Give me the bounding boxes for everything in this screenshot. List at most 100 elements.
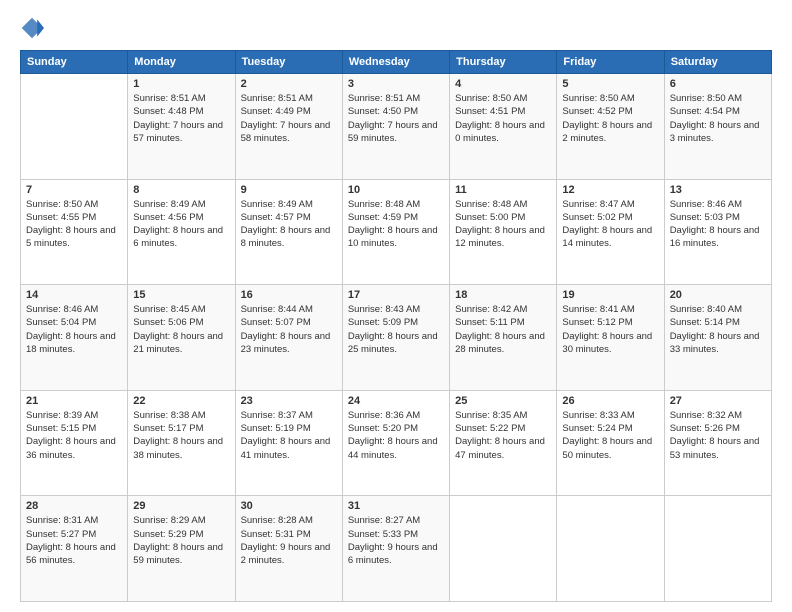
day-number: 12 (562, 184, 658, 196)
logo (20, 16, 48, 40)
calendar-cell: 15 Sunrise: 8:45 AMSunset: 5:06 PMDayligh… (128, 285, 235, 391)
calendar-week-4: 21Sunrise: 8:39 AMSunset: 5:15 PMDayligh… (21, 390, 772, 496)
calendar-cell: 14 Sunrise: 8:46 AMSunset: 5:04 PMDayligh… (21, 285, 128, 391)
calendar-cell: 19 Sunrise: 8:41 AMSunset: 5:12 PMDayligh… (557, 285, 664, 391)
calendar-cell: 1 Sunrise: 8:51 AMSunset: 4:48 PMDaylight… (128, 74, 235, 180)
day-number: 29 (133, 500, 229, 512)
weekday-header-wednesday: Wednesday (342, 51, 449, 74)
calendar-cell: 6Sunrise: 8:50 AMSunset: 4:54 PMDaylight… (664, 74, 771, 180)
day-number: 23 (241, 395, 337, 407)
day-info: Sunrise: 8:48 AMSunset: 4:59 PMDaylight:… (348, 198, 444, 251)
day-info: Sunrise: 8:29 AMSunset: 5:29 PMDaylight:… (133, 514, 229, 567)
calendar-cell: 30 Sunrise: 8:28 AMSunset: 5:31 PMDayligh… (235, 496, 342, 602)
calendar-cell: 25 Sunrise: 8:35 AMSunset: 5:22 PMDayligh… (450, 390, 557, 496)
day-info: Sunrise: 8:43 AMSunset: 5:09 PMDaylight:… (348, 303, 444, 356)
calendar-cell: 18Sunrise: 8:42 AMSunset: 5:11 PMDayligh… (450, 285, 557, 391)
calendar-cell: 22 Sunrise: 8:38 AMSunset: 5:17 PMDayligh… (128, 390, 235, 496)
day-info: Sunrise: 8:49 AMSunset: 4:56 PMDaylight:… (133, 198, 229, 251)
weekday-header-monday: Monday (128, 51, 235, 74)
calendar-cell: 9 Sunrise: 8:49 AMSunset: 4:57 PMDaylight… (235, 179, 342, 285)
day-number: 27 (670, 395, 766, 407)
day-number: 15 (133, 289, 229, 301)
day-info: Sunrise: 8:51 AMSunset: 4:50 PMDaylight:… (348, 92, 444, 145)
day-number: 19 (562, 289, 658, 301)
calendar-cell (21, 74, 128, 180)
weekday-header-sunday: Sunday (21, 51, 128, 74)
calendar-body: 1 Sunrise: 8:51 AMSunset: 4:48 PMDaylight… (21, 74, 772, 602)
calendar-week-3: 14 Sunrise: 8:46 AMSunset: 5:04 PMDayligh… (21, 285, 772, 391)
day-info: Sunrise: 8:45 AMSunset: 5:06 PMDaylight:… (133, 303, 229, 356)
day-info: Sunrise: 8:31 AMSunset: 5:27 PMDaylight:… (26, 514, 122, 567)
calendar-cell: 27 Sunrise: 8:32 AMSunset: 5:26 PMDayligh… (664, 390, 771, 496)
logo-icon (20, 16, 44, 40)
day-number: 2 (241, 78, 337, 90)
day-number: 6 (670, 78, 766, 90)
day-info: Sunrise: 8:27 AMSunset: 5:33 PMDaylight:… (348, 514, 444, 567)
day-info: Sunrise: 8:41 AMSunset: 5:12 PMDaylight:… (562, 303, 658, 356)
weekday-row: SundayMondayTuesdayWednesdayThursdayFrid… (21, 51, 772, 74)
page: SundayMondayTuesdayWednesdayThursdayFrid… (0, 0, 792, 612)
day-info: Sunrise: 8:39 AMSunset: 5:15 PMDaylight:… (26, 409, 122, 462)
day-number: 11 (455, 184, 551, 196)
day-number: 22 (133, 395, 229, 407)
day-info: Sunrise: 8:47 AMSunset: 5:02 PMDaylight:… (562, 198, 658, 251)
weekday-header-friday: Friday (557, 51, 664, 74)
weekday-header-thursday: Thursday (450, 51, 557, 74)
day-info: Sunrise: 8:50 AMSunset: 4:51 PMDaylight:… (455, 92, 551, 145)
calendar-cell: 17 Sunrise: 8:43 AMSunset: 5:09 PMDayligh… (342, 285, 449, 391)
day-info: Sunrise: 8:44 AMSunset: 5:07 PMDaylight:… (241, 303, 337, 356)
day-number: 5 (562, 78, 658, 90)
day-info: Sunrise: 8:51 AMSunset: 4:49 PMDaylight:… (241, 92, 337, 145)
calendar-cell: 16 Sunrise: 8:44 AMSunset: 5:07 PMDayligh… (235, 285, 342, 391)
day-number: 1 (133, 78, 229, 90)
day-number: 31 (348, 500, 444, 512)
calendar-cell: 28Sunrise: 8:31 AMSunset: 5:27 PMDayligh… (21, 496, 128, 602)
calendar-cell: 7 Sunrise: 8:50 AMSunset: 4:55 PMDaylight… (21, 179, 128, 285)
calendar-cell: 4 Sunrise: 8:50 AMSunset: 4:51 PMDaylight… (450, 74, 557, 180)
calendar-cell: 29 Sunrise: 8:29 AMSunset: 5:29 PMDayligh… (128, 496, 235, 602)
day-number: 30 (241, 500, 337, 512)
day-info: Sunrise: 8:38 AMSunset: 5:17 PMDaylight:… (133, 409, 229, 462)
calendar-cell: 11Sunrise: 8:48 AMSunset: 5:00 PMDayligh… (450, 179, 557, 285)
day-info: Sunrise: 8:37 AMSunset: 5:19 PMDaylight:… (241, 409, 337, 462)
calendar-week-1: 1 Sunrise: 8:51 AMSunset: 4:48 PMDaylight… (21, 74, 772, 180)
calendar-cell: 2 Sunrise: 8:51 AMSunset: 4:49 PMDaylight… (235, 74, 342, 180)
day-number: 18 (455, 289, 551, 301)
day-number: 17 (348, 289, 444, 301)
calendar-cell (450, 496, 557, 602)
calendar-week-5: 28Sunrise: 8:31 AMSunset: 5:27 PMDayligh… (21, 496, 772, 602)
calendar-cell: 8 Sunrise: 8:49 AMSunset: 4:56 PMDaylight… (128, 179, 235, 285)
day-number: 24 (348, 395, 444, 407)
day-info: Sunrise: 8:36 AMSunset: 5:20 PMDaylight:… (348, 409, 444, 462)
header (20, 16, 772, 40)
day-number: 3 (348, 78, 444, 90)
day-info: Sunrise: 8:46 AMSunset: 5:04 PMDaylight:… (26, 303, 122, 356)
day-number: 9 (241, 184, 337, 196)
weekday-header-saturday: Saturday (664, 51, 771, 74)
calendar-cell: 23 Sunrise: 8:37 AMSunset: 5:19 PMDayligh… (235, 390, 342, 496)
calendar-cell: 12 Sunrise: 8:47 AMSunset: 5:02 PMDayligh… (557, 179, 664, 285)
calendar-cell: 3 Sunrise: 8:51 AMSunset: 4:50 PMDaylight… (342, 74, 449, 180)
day-info: Sunrise: 8:33 AMSunset: 5:24 PMDaylight:… (562, 409, 658, 462)
day-info: Sunrise: 8:49 AMSunset: 4:57 PMDaylight:… (241, 198, 337, 251)
day-number: 16 (241, 289, 337, 301)
calendar-cell: 20Sunrise: 8:40 AMSunset: 5:14 PMDayligh… (664, 285, 771, 391)
weekday-header-tuesday: Tuesday (235, 51, 342, 74)
calendar-cell (557, 496, 664, 602)
calendar-header: SundayMondayTuesdayWednesdayThursdayFrid… (21, 51, 772, 74)
day-number: 14 (26, 289, 122, 301)
calendar-week-2: 7 Sunrise: 8:50 AMSunset: 4:55 PMDaylight… (21, 179, 772, 285)
day-info: Sunrise: 8:50 AMSunset: 4:52 PMDaylight:… (562, 92, 658, 145)
day-info: Sunrise: 8:32 AMSunset: 5:26 PMDaylight:… (670, 409, 766, 462)
day-info: Sunrise: 8:40 AMSunset: 5:14 PMDaylight:… (670, 303, 766, 356)
day-info: Sunrise: 8:51 AMSunset: 4:48 PMDaylight:… (133, 92, 229, 145)
day-number: 8 (133, 184, 229, 196)
day-number: 4 (455, 78, 551, 90)
calendar-cell: 5 Sunrise: 8:50 AMSunset: 4:52 PMDaylight… (557, 74, 664, 180)
calendar-cell: 24 Sunrise: 8:36 AMSunset: 5:20 PMDayligh… (342, 390, 449, 496)
day-info: Sunrise: 8:35 AMSunset: 5:22 PMDaylight:… (455, 409, 551, 462)
day-info: Sunrise: 8:28 AMSunset: 5:31 PMDaylight:… (241, 514, 337, 567)
day-info: Sunrise: 8:50 AMSunset: 4:55 PMDaylight:… (26, 198, 122, 251)
day-number: 7 (26, 184, 122, 196)
day-number: 25 (455, 395, 551, 407)
